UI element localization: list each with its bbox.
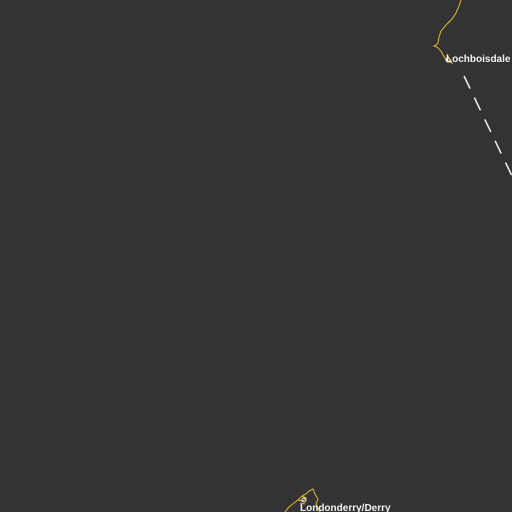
- place-label-londonderry[interactable]: Londonderry/Derry: [300, 503, 391, 512]
- map-canvas[interactable]: Lochboisdale Londonderry/Derry: [0, 0, 512, 512]
- sea-background: [0, 0, 512, 512]
- place-label-lochboisdale[interactable]: Lochboisdale: [446, 54, 511, 65]
